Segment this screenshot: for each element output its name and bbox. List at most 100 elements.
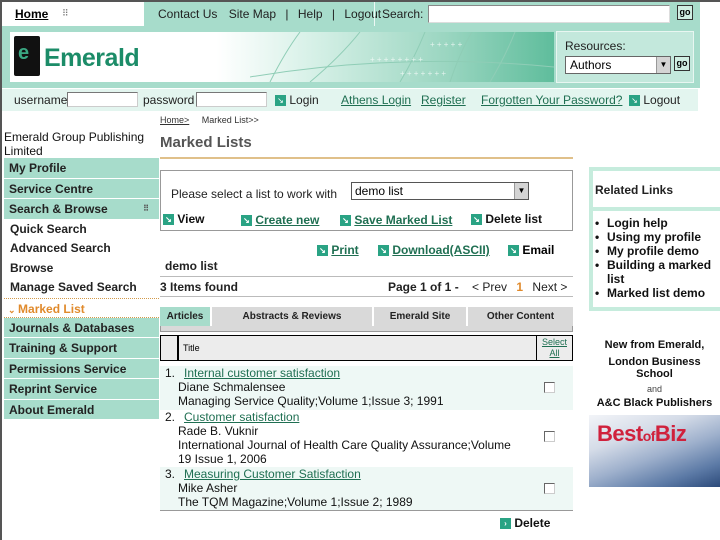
sidebar-item-reprint-service[interactable]: Reprint Service [4,379,159,400]
sidebar-subitem-marked-list[interactable]: ⌄ Marked List [4,297,159,318]
forgot-password-link[interactable]: Forgotten Your Password? [481,93,622,107]
password-input[interactable] [196,92,267,107]
save-marked-list-button[interactable]: ↘ Save Marked List [340,213,452,227]
article-author: Mike Asher [178,481,238,495]
sidebar-item-about-emerald[interactable]: About Emerald [4,399,159,420]
related-link[interactable]: My profile demo [593,244,720,258]
page-title: Marked Lists [160,134,252,151]
utility-links: Contact Us Site Map | Help | Logout [158,7,381,21]
login-bar: username password ↘ Login Athens Login R… [2,89,698,111]
ad-headline-2: London Business School [608,356,701,380]
row-checkbox[interactable] [544,382,555,393]
create-new-link[interactable]: Create new [255,213,319,227]
resources-go-button[interactable]: go [674,56,690,71]
next-page-link[interactable]: Next > [532,280,567,294]
tab-articles[interactable]: Articles [160,307,212,326]
delete-list-button[interactable]: ↘ Delete list [471,212,542,226]
bestofbiz-advert[interactable]: New from Emerald, London Business School… [589,335,720,487]
row-checkbox[interactable] [544,431,555,442]
select-all-label-1[interactable]: Select [542,337,567,347]
email-button[interactable]: ↘ Email [508,243,554,257]
athens-login-link[interactable]: Athens Login [341,93,411,107]
svg-text:+ + + + +: + + + + + [430,40,463,49]
help-link[interactable]: Help [298,7,323,21]
row-number: 2. [165,410,176,424]
save-marked-list-link[interactable]: Save Marked List [354,213,452,227]
row-number: 3. [165,467,176,481]
breadcrumb-current: Marked List>> [201,115,259,125]
related-link[interactable]: Login help [593,216,720,230]
table-row: 3. Measuring Customer Satisfaction Mike … [160,467,573,510]
download-button[interactable]: ↘ Download(ASCII) [378,243,490,257]
separator: | [285,7,289,21]
tab-underbar [160,326,573,332]
article-title-link[interactable]: Measuring Customer Satisfaction [184,467,361,481]
sidebar-item-permissions-service[interactable]: Permissions Service [4,358,159,379]
row-checkbox[interactable] [544,483,555,494]
banner-graphic: e Emerald + + + + + + + + + + + + + + + … [10,32,554,82]
items-found-count: 3 Items found [160,280,239,294]
resources-select[interactable]: Authors ▼ [565,56,671,74]
select-all-link[interactable]: Select All [536,336,572,360]
brand-part: of [642,428,656,444]
site-map-link[interactable]: Site Map [229,7,276,21]
header-banner: e Emerald + + + + + + + + + + + + + + + … [2,26,700,88]
sidebar-item-training-support[interactable]: Training & Support [4,338,159,359]
sidebar-subitem-browse[interactable]: Browse [4,258,159,278]
number-column-header [161,336,179,360]
tab-other-content[interactable]: Other Content [468,307,573,326]
sidebar-item-label: Marked List [18,301,85,316]
contact-us-link[interactable]: Contact Us [158,7,217,21]
password-label: password [143,93,195,107]
list-select[interactable]: demo list ▼ [351,182,529,200]
related-link[interactable]: Marked list demo [593,286,720,300]
page-indicator: Page 1 of 1 - [388,280,459,294]
sidebar-subitem-quick-search[interactable]: Quick Search [4,219,159,239]
print-button[interactable]: ↘ Print [317,243,359,257]
divider [160,510,573,511]
logout-link[interactable]: Logout [344,7,381,21]
sidebar-item-service-centre[interactable]: Service Centre [4,178,159,199]
delete-button[interactable]: › Delete [500,516,550,530]
search-input[interactable] [428,5,670,23]
view-button[interactable]: ↘ View [163,212,204,226]
prev-page-link[interactable]: < Prev [472,280,507,294]
logout-button[interactable]: ↘ Logout [629,93,680,107]
tab-emerald-site[interactable]: Emerald Site [374,307,468,326]
sidebar-item-journals-databases[interactable]: Journals & Databases [4,317,159,338]
grip-icon: ⠿ [143,204,149,213]
list-selected-value: demo list [355,184,404,198]
email-label: Email [522,243,555,257]
sidebar-item-label: Search & Browse [9,202,108,216]
divider [160,296,573,297]
related-link[interactable]: Using my profile [593,230,720,244]
resources-selected-value: Authors [570,58,612,72]
create-new-button[interactable]: ↘ Create new [241,213,319,227]
tab-abstracts-reviews[interactable]: Abstracts & Reviews [212,307,374,326]
article-title-link[interactable]: Internal customer satisfaction [184,366,340,380]
chevron-down-icon[interactable]: ▼ [514,183,528,199]
sidebar-item-my-profile[interactable]: My Profile [4,158,159,179]
print-link[interactable]: Print [331,243,358,257]
sidebar-item-search-browse[interactable]: Search & Browse ⠿ [4,199,159,220]
breadcrumb-home[interactable]: Home> [160,115,189,125]
download-ascii-link[interactable]: Download(ASCII) [392,243,489,257]
related-links-list: Login help Using my profile My profile d… [593,211,720,300]
search-go-button[interactable]: go [677,5,693,20]
list-prompt: Please select a list to work with [171,187,338,201]
chevron-down-icon[interactable]: ▼ [656,57,670,73]
register-link[interactable]: Register [421,93,466,107]
article-title-link[interactable]: Customer satisfaction [184,410,299,424]
sidebar-subitem-manage-saved-search[interactable]: Manage Saved Search [4,278,159,298]
separator: | [331,7,336,21]
login-button[interactable]: ↘ Login [275,93,319,107]
home-link[interactable]: Home [15,7,48,21]
pagination: Page 1 of 1 - < Prev 1 Next > [388,280,567,294]
username-input[interactable] [67,92,138,107]
delete-label: Delete [514,516,551,530]
related-link[interactable]: Building a marked list [593,258,720,286]
logo-text[interactable]: Emerald [44,44,140,73]
current-page: 1 [516,280,524,294]
select-all-label-2[interactable]: All [549,348,559,358]
sidebar-subitem-advanced-search[interactable]: Advanced Search [4,239,159,259]
